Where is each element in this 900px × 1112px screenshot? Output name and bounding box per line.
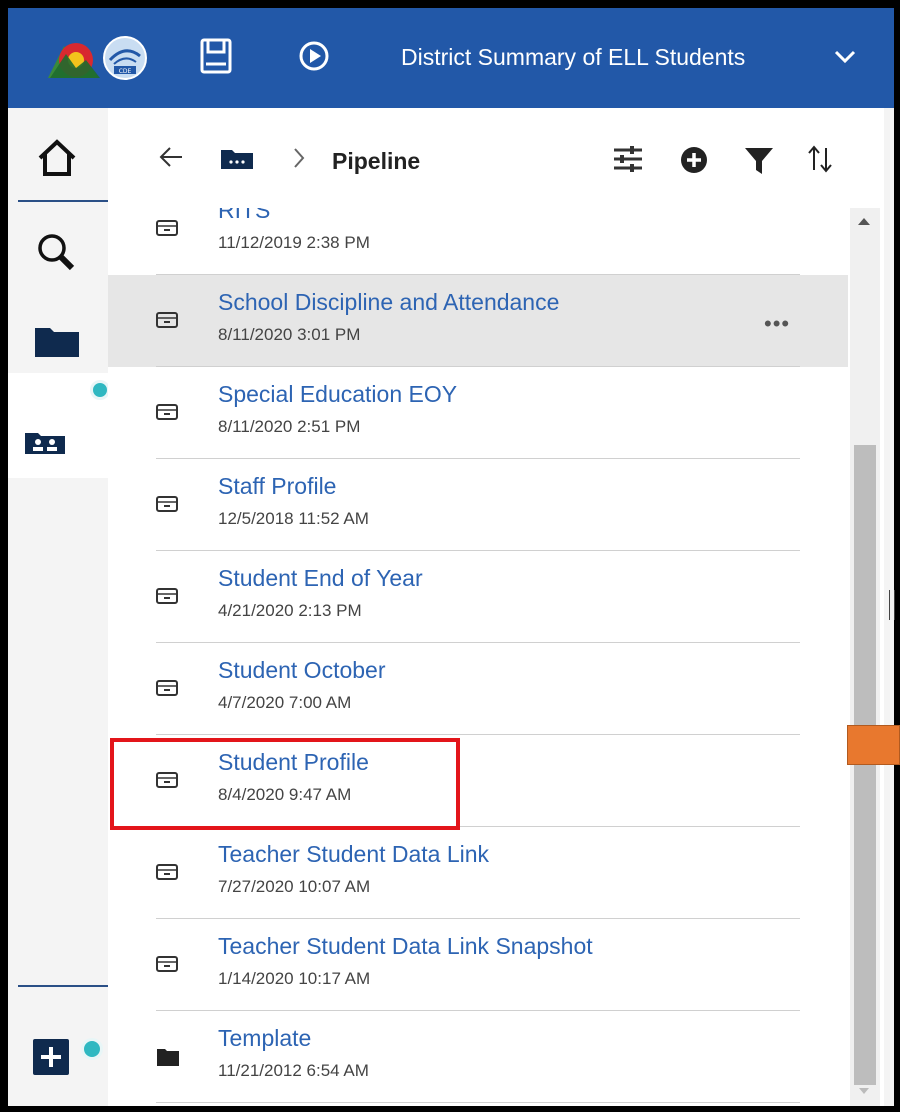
add-icon [32,1038,70,1081]
list-item[interactable]: RITS 11/12/2019 2:38 PM [108,208,848,275]
folder-icon [156,1047,180,1072]
package-icon [156,587,178,610]
scrollbar-thumb[interactable] [854,445,876,1085]
report-title[interactable]: District Summary of ELL Students [401,44,745,71]
list-item-name[interactable]: Student October [218,657,386,684]
folder-icon[interactable] [220,148,254,175]
back-arrow-icon[interactable] [158,146,184,173]
content-panel: Pipeline RITS 11/12/2019 2:38 PM School … [108,108,884,1106]
package-icon [156,679,178,702]
package-icon [156,495,178,518]
content-list: RITS 11/12/2019 2:38 PM School Discipline … [108,208,848,1106]
more-options-button[interactable]: ••• [764,311,790,337]
package-icon [156,863,178,886]
play-icon[interactable] [298,40,330,77]
folder-icon [34,324,80,363]
svg-text:CDE: CDE [119,68,132,75]
search-icon [36,232,78,279]
list-item[interactable]: Template 11/21/2012 6:54 AM [108,1011,848,1103]
left-nav [8,108,110,1106]
scroll-down-arrow[interactable] [859,1088,869,1094]
list-item-name[interactable]: Staff Profile [218,473,336,500]
list-item-name[interactable]: Template [218,1025,311,1052]
settings-sliders-icon[interactable] [612,144,644,179]
package-icon [156,955,178,978]
home-icon [36,138,78,183]
list-item-date: 8/11/2020 2:51 PM [218,417,361,436]
resize-handle[interactable] [889,590,895,620]
cde-logo-icon[interactable]: CDE [102,34,148,87]
list-item-date: 8/11/2020 3:01 PM [218,325,361,344]
list-item-date: 11/12/2019 2:38 PM [218,233,370,252]
list-item-name[interactable]: Teacher Student Data Link [218,841,489,868]
chevron-right-icon [292,146,306,175]
nav-home-button[interactable] [8,108,106,200]
list-item-date: 4/7/2020 7:00 AM [218,693,352,712]
nav-add-button[interactable] [8,1018,106,1106]
add-circle-icon[interactable] [680,146,708,179]
list-item-date: 4/21/2020 2:13 PM [218,601,362,620]
app-window: CDE District Summary of ELL Students Pip… [8,8,894,1106]
side-panel-tab[interactable] [847,725,900,765]
nav-divider [18,200,108,202]
save-icon[interactable] [200,38,232,79]
list-item-date: 11/21/2012 6:54 AM [218,1061,369,1080]
list-item-date: 1/14/2020 10:17 AM [218,969,371,988]
nav-divider [18,985,108,987]
app-header: CDE District Summary of ELL Students [8,8,894,108]
list-item-date: 7/27/2020 10:07 AM [218,877,371,896]
list-item-date: 12/5/2018 11:52 AM [218,509,369,528]
list-item[interactable]: Student October 4/7/2020 7:00 AM [108,643,848,735]
list-item-name[interactable]: Teacher Student Data Link Snapshot [218,933,593,960]
annotation-highlight-box [110,738,460,830]
list-item-name[interactable]: Special Education EOY [218,381,457,408]
list-item[interactable]: Teacher Student Data Link Snapshot 1/14/2… [108,919,848,1011]
package-icon [156,403,178,426]
list-item-name[interactable]: School Discipline and Attendance [218,289,559,316]
screenshot-frame: CDE District Summary of ELL Students Pip… [0,0,900,1112]
breadcrumb-current: Pipeline [332,148,421,174]
team-content-icon [24,431,66,460]
row-divider [156,1102,800,1103]
filter-icon[interactable] [744,146,774,181]
nav-search-button[interactable] [8,208,106,300]
breadcrumb: Pipeline [108,108,884,208]
list-item-name[interactable]: Student End of Year [218,565,423,592]
list-item[interactable]: Student End of Year 4/21/2020 2:13 PM [108,551,848,643]
list-item[interactable]: Staff Profile 12/5/2018 11:52 AM [108,459,848,551]
package-icon [156,311,178,334]
package-icon [156,219,178,242]
colorado-logo-icon[interactable] [46,38,102,87]
list-item[interactable]: School Discipline and Attendance 8/11/202… [108,275,848,367]
notification-badge [81,1038,103,1060]
sort-icon[interactable] [806,144,836,179]
chevron-down-icon[interactable] [834,50,856,69]
list-item[interactable]: Special Education EOY 8/11/2020 2:51 PM [108,367,848,459]
notification-badge [90,380,110,400]
list-item-name[interactable]: RITS [218,208,270,224]
scroll-up-arrow[interactable] [858,218,870,225]
list-item[interactable]: Teacher Student Data Link 7/27/2020 10:07… [108,827,848,919]
